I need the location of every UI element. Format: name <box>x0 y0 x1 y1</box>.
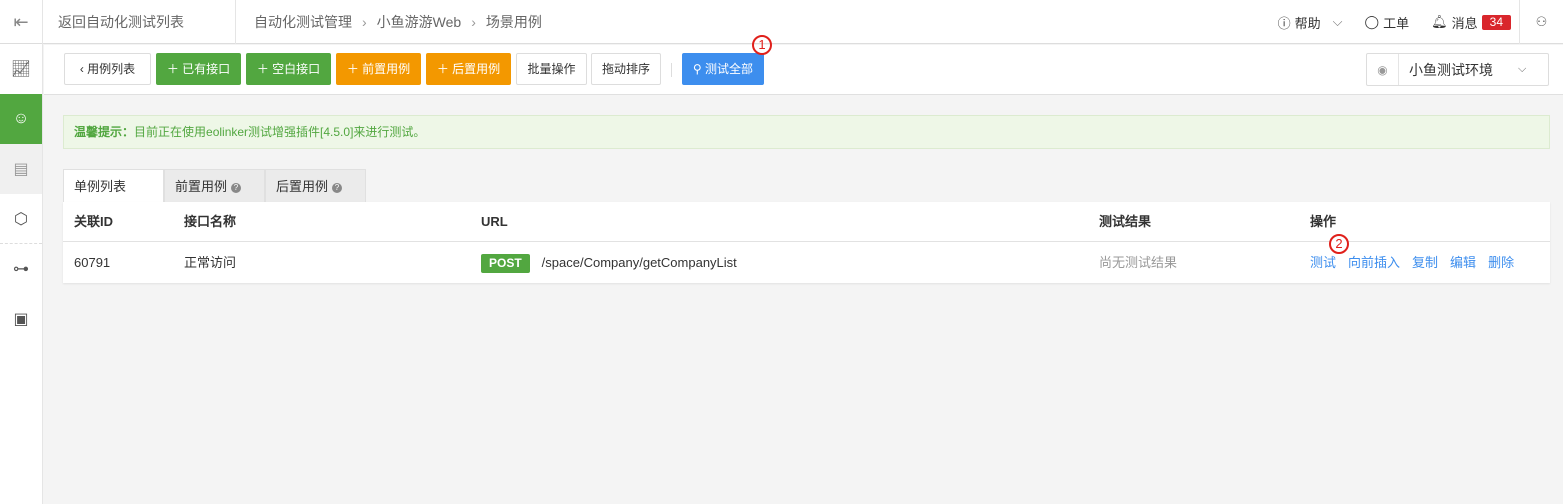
info-icon: ⓘ <box>1277 15 1291 31</box>
cube-icon[interactable]: ⬡ <box>0 194 42 244</box>
column-header: 关联ID <box>74 214 114 229</box>
environment-label: 小鱼测试环境 <box>1409 61 1493 78</box>
cell-name: 正常访问 <box>184 255 237 270</box>
hierarchy-icon[interactable]: ⊶ <box>0 244 42 294</box>
help-icon: ? <box>332 182 343 193</box>
top-bar: ⇤ 返回自动化测试列表 自动化测试管理 › 小鱼游游Web › 场景用例 ⓘ 帮助 ⌵ ◯ 工… <box>0 0 1563 44</box>
collapse-back-icon[interactable]: ⇤ <box>0 0 43 44</box>
tab-bar: 单例列表 前置用例? 后置用例? <box>63 169 366 202</box>
column-header: URL <box>481 214 508 229</box>
messages-link[interactable]: 🔔︎ 消息 34 <box>1431 13 1511 32</box>
column-header: 接口名称 <box>184 214 237 229</box>
breadcrumb-item[interactable]: 自动化测试管理 <box>254 14 352 30</box>
breadcrumb-item: 场景用例 <box>485 14 542 30</box>
cell-url: POST/space/Company/getCompanyList <box>481 243 737 283</box>
add-existing-api-button[interactable]: ＋ 已有接口 <box>156 53 241 85</box>
environment-select[interactable]: ◉ 小鱼测试环境 ⌵ <box>1366 53 1549 86</box>
sidebar: 📈︎ ☺ ▤ ⬡ ⊶ ▣ <box>0 44 43 504</box>
chat-icon: ◯ <box>1364 14 1380 29</box>
annotation-marker-1: 1 <box>752 35 772 55</box>
chart-icon[interactable]: 📈︎ <box>0 44 42 94</box>
add-blank-api-button[interactable]: ＋ 空白接口 <box>246 53 331 85</box>
breadcrumb-item[interactable]: 小鱼游游Web <box>377 14 462 30</box>
add-pre-case-button[interactable]: ＋ 前置用例 <box>336 53 421 85</box>
divider <box>235 0 236 44</box>
toolbar: ‹ 用例列表 ＋ 已有接口 ＋ 空白接口 ＋ 前置用例 ＋ 后置用例 批量操作 … <box>44 35 1563 95</box>
table-header: 关联ID 接口名称 URL 测试结果 操作 <box>63 202 1550 242</box>
tab-pre-cases[interactable]: 前置用例? <box>164 169 265 202</box>
eye-icon: ◉ <box>1367 54 1399 85</box>
url-text: /space/Company/getCompanyList <box>541 255 737 270</box>
chevron-right-icon: › <box>471 14 476 30</box>
cell-id: 60791 <box>74 255 111 270</box>
alert-text: 目前正在使用eolinker测试增强插件[4.5.0]来进行测试。 <box>134 125 426 139</box>
test-all-button[interactable]: ⚲ 测试全部 <box>682 53 764 85</box>
message-count-badge: 34 <box>1481 14 1511 30</box>
back-to-list-link[interactable]: 返回自动化测试列表 <box>58 0 184 44</box>
tip-alert: 温馨提示：目前正在使用eolinker测试增强插件[4.5.0]来进行测试。 <box>63 115 1550 149</box>
divider <box>671 63 672 77</box>
bell-icon: 🔔︎ <box>1431 14 1448 29</box>
copy-action[interactable]: 复制 <box>1412 255 1438 270</box>
alert-label: 温馨提示： <box>74 125 135 139</box>
breadcrumb: 自动化测试管理 › 小鱼游游Web › 场景用例 <box>254 0 542 44</box>
ticket-link[interactable]: ◯ 工单 <box>1365 13 1410 32</box>
add-post-case-button[interactable]: ＋ 后置用例 <box>426 53 511 85</box>
case-table: 关联ID 接口名称 URL 测试结果 操作 60791 正常访问 POST/sp… <box>63 202 1550 283</box>
robot-icon[interactable]: ☺ <box>0 94 42 144</box>
help-label: 帮助 <box>1294 15 1321 31</box>
ticket-label: 工单 <box>1383 15 1410 31</box>
table-row: 60791 正常访问 POST/space/Company/getCompany… <box>63 243 1550 283</box>
delete-action[interactable]: 删除 <box>1488 255 1514 270</box>
help-menu[interactable]: ⓘ 帮助 ⌵ <box>1278 13 1343 32</box>
case-list-button[interactable]: ‹ 用例列表 <box>64 53 151 85</box>
method-badge: POST <box>481 254 530 273</box>
annotation-marker-2: 2 <box>1329 234 1349 254</box>
messages-label: 消息 <box>1451 15 1478 31</box>
chevron-down-icon: ⌵ <box>1518 63 1527 75</box>
calendar-icon[interactable]: ▣ <box>0 294 42 344</box>
user-icon[interactable]: ⚇ <box>1519 0 1563 44</box>
column-header: 测试结果 <box>1099 214 1152 229</box>
edit-action[interactable]: 编辑 <box>1450 255 1476 270</box>
tab-post-cases[interactable]: 后置用例? <box>265 169 366 202</box>
drag-sort-button[interactable]: 拖动排序 <box>591 53 661 85</box>
test-action[interactable]: 测试 <box>1310 255 1336 270</box>
chevron-down-icon: ⌵ <box>1332 14 1343 29</box>
help-icon: ? <box>231 182 242 193</box>
document-icon[interactable]: ▤ <box>0 144 42 194</box>
tab-single-cases[interactable]: 单例列表 <box>63 169 164 202</box>
chevron-right-icon: › <box>362 14 367 30</box>
insert-before-action[interactable]: 向前插入 <box>1348 255 1400 270</box>
cell-result: 尚无测试结果 <box>1099 255 1178 270</box>
batch-operation-button[interactable]: 批量操作 <box>516 53 587 85</box>
